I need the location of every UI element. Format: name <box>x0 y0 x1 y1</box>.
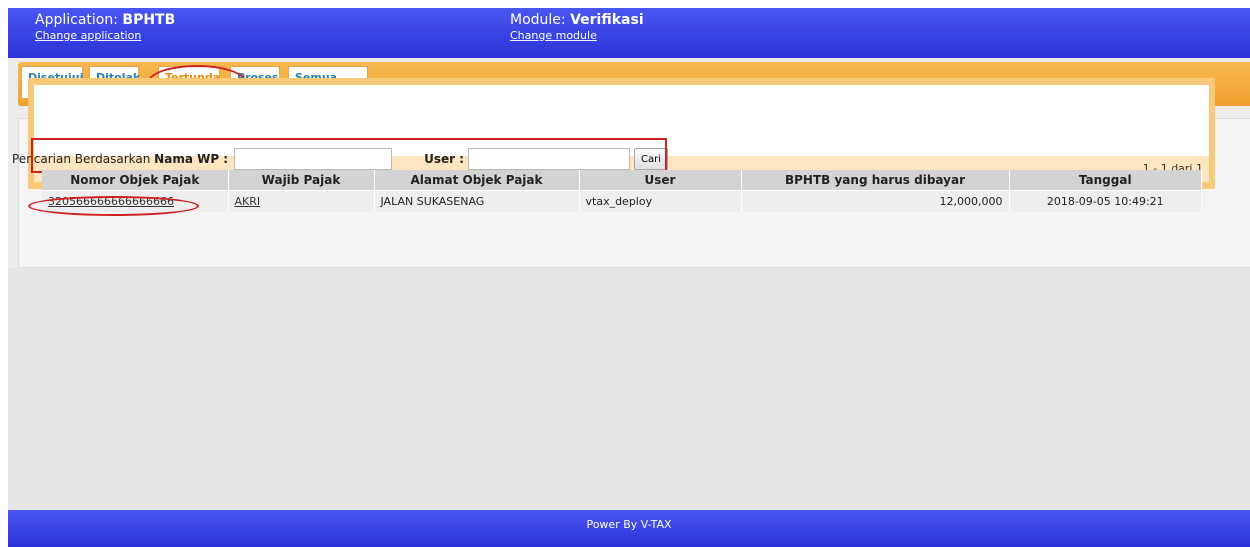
search-label: Pencarian Berdasarkan Nama WP : <box>12 152 228 166</box>
module-block: Module: Verifikasi Change module <box>510 11 644 42</box>
col-user[interactable]: User <box>579 170 742 190</box>
table-row: 320566666666666666 AKRI JALAN SUKASENAG … <box>42 189 1202 212</box>
wajib-pajak-link[interactable]: AKRI <box>235 195 261 208</box>
data-table: Nomor Objek Pajak Wajib Pajak Alamat Obj… <box>42 170 1202 212</box>
cari-button[interactable]: Cari <box>634 148 669 170</box>
cell-user: vtax_deploy <box>579 189 742 212</box>
user-input[interactable] <box>468 148 631 170</box>
module-label: Module: <box>510 12 566 28</box>
nama-wp-input[interactable] <box>234 148 393 170</box>
col-nomor-objek-pajak[interactable]: Nomor Objek Pajak <box>42 170 229 190</box>
application-name: BPHTB <box>122 12 176 28</box>
change-module-link[interactable]: Change module <box>510 29 644 42</box>
nop-link[interactable]: 320566666666666666 <box>48 195 174 208</box>
module-title: Module: Verifikasi <box>510 11 644 29</box>
search-bar: Pencarian Berdasarkan Nama WP : User : C… <box>12 147 669 171</box>
footer-text: Power By V-TAX <box>586 518 672 531</box>
cell-tanggal: 2018-09-05 10:49:21 <box>1009 189 1202 212</box>
change-application-link[interactable]: Change application <box>35 29 175 42</box>
col-tanggal[interactable]: Tanggal <box>1009 170 1202 190</box>
col-wajib-pajak[interactable]: Wajib Pajak <box>228 170 375 190</box>
search-label-field: Nama WP : <box>154 152 229 166</box>
cell-bphtb: 12,000,000 <box>741 189 1010 212</box>
application-title: Application: BPHTB <box>35 11 175 29</box>
cell-wajib-pajak: AKRI <box>228 189 375 212</box>
cell-alamat: JALAN SUKASENAG <box>374 189 580 212</box>
application-block: Application: BPHTB Change application <box>35 11 175 42</box>
search-label-prefix: Pencarian Berdasarkan <box>12 152 151 166</box>
app-footer: Power By V-TAX <box>8 510 1250 547</box>
app-header: Application: BPHTB Change application Mo… <box>8 8 1250 58</box>
user-label: User : <box>424 152 465 166</box>
application-label: Application: <box>35 12 118 28</box>
table-header-row: Nomor Objek Pajak Wajib Pajak Alamat Obj… <box>42 170 1202 190</box>
cell-nop: 320566666666666666 <box>42 189 229 212</box>
col-bphtb[interactable]: BPHTB yang harus dibayar <box>741 170 1010 190</box>
col-alamat-objek-pajak[interactable]: Alamat Objek Pajak <box>374 170 580 190</box>
module-name: Verifikasi <box>570 12 644 28</box>
